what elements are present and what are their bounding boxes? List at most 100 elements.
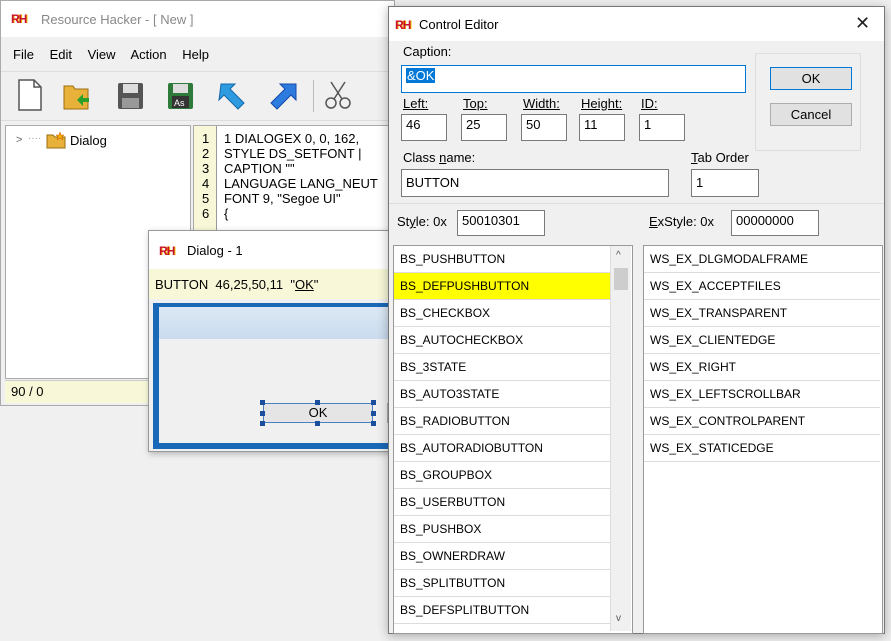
resize-handle[interactable] <box>315 421 320 426</box>
line-number: 5 <box>202 191 210 206</box>
width-input[interactable]: 50 <box>521 114 567 141</box>
line-number: 2 <box>202 146 210 161</box>
dialog-folder-icon <box>46 131 66 149</box>
cut-scissors-icon[interactable] <box>323 78 353 112</box>
style-list-item[interactable]: BS_AUTO3STATE <box>394 381 610 408</box>
top-input[interactable]: 25 <box>461 114 507 141</box>
line-number: 6 <box>202 206 210 221</box>
exstyle-list[interactable]: WS_EX_DLGMODALFRAME WS_EX_ACCEPTFILES WS_E… <box>643 245 883 634</box>
main-window-title: Resource Hacker - [ New ] <box>41 12 194 27</box>
style-list-item[interactable]: BS_AUTORADIOBUTTON <box>394 435 610 462</box>
exstyle-list-item[interactable]: WS_EX_DLGMODALFRAME <box>644 246 880 273</box>
dialog-design-surface[interactable]: OK <box>159 307 397 443</box>
preview-info-ok: OK <box>294 277 314 292</box>
menu-action[interactable]: Action <box>130 47 166 62</box>
style-input[interactable]: 50010301 <box>457 210 545 236</box>
ok-button[interactable]: OK <box>770 67 852 90</box>
menu-view[interactable]: View <box>88 47 116 62</box>
height-input[interactable]: 11 <box>579 114 625 141</box>
classname-input[interactable]: BUTTON <box>401 169 669 197</box>
tree-item-dialog[interactable]: Dialog <box>70 133 107 148</box>
exstyle-list-item[interactable]: WS_EX_RIGHT <box>644 354 880 381</box>
toolbar: As <box>1 71 394 121</box>
line-number: 4 <box>202 176 210 191</box>
dialog-design-frame: OK <box>153 303 397 449</box>
left-input[interactable]: 46 <box>401 114 447 141</box>
style-list-item[interactable]: BS_PUSHBOX <box>394 516 610 543</box>
exstyle-list-item[interactable]: WS_EX_TRANSPARENT <box>644 300 880 327</box>
menu-edit[interactable]: Edit <box>50 47 72 62</box>
preview-info-bar: BUTTON 46,25,50,11 "OK" <box>149 269 393 299</box>
editor-logo-icon: RH <box>395 18 411 32</box>
main-title-bar[interactable]: RH Resource Hacker - [ New ] <box>1 1 394 37</box>
preview-logo-icon: RH <box>159 244 175 258</box>
cancel-button[interactable]: Cancel <box>770 103 852 126</box>
code-line: { <box>224 206 229 221</box>
exstyle-list-item[interactable]: WS_EX_ACCEPTFILES <box>644 273 880 300</box>
forward-arrow-icon[interactable] <box>269 78 299 112</box>
exstyle-list-item[interactable]: WS_EX_CLIENTEDGE <box>644 327 880 354</box>
preview-info-prefix: BUTTON 46,25,50,11 " <box>155 277 295 292</box>
exstyle-list-item[interactable]: WS_EX_CONTROLPARENT <box>644 408 880 435</box>
back-arrow-icon[interactable] <box>217 78 247 112</box>
line-number: 1 <box>202 131 210 146</box>
style-list-item[interactable]: BS_USERBUTTON <box>394 489 610 516</box>
scroll-down-icon[interactable]: v <box>616 613 621 624</box>
style-list-scrollbar[interactable]: ^ v <box>610 246 631 631</box>
resize-handle[interactable] <box>260 421 265 426</box>
id-input[interactable]: 1 <box>639 114 685 141</box>
close-icon[interactable]: ✕ <box>855 13 870 34</box>
scroll-up-icon[interactable]: ^ <box>616 250 621 261</box>
taborder-input[interactable]: 1 <box>691 169 759 197</box>
exstyle-list-item[interactable]: WS_EX_STATICEDGE <box>644 435 880 462</box>
dialog-preview-window: RH Dialog - 1 BUTTON 46,25,50,11 "OK" OK <box>148 230 397 452</box>
top-label: Top: <box>463 96 488 111</box>
toolbar-separator <box>313 80 314 112</box>
app-logo-icon: RH <box>11 12 27 26</box>
resize-handle[interactable] <box>315 400 320 405</box>
exstyle-input[interactable]: 00000000 <box>731 210 819 236</box>
line-number: 3 <box>202 161 210 176</box>
resize-handle[interactable] <box>371 411 376 416</box>
style-list-item[interactable]: BS_3STATE <box>394 354 610 381</box>
style-list-item[interactable]: BS_GROUPBOX <box>394 462 610 489</box>
style-list-item[interactable]: BS_DEFSPLITBUTTON <box>394 597 610 624</box>
dialog-caption-strip <box>159 307 393 339</box>
open-folder-icon[interactable] <box>61 78 91 112</box>
style-list-item[interactable]: BS_OWNERDRAW <box>394 543 610 570</box>
resize-handle[interactable] <box>371 421 376 426</box>
caption-label: Caption: <box>403 44 452 59</box>
style-list-item[interactable]: BS_PUSHBUTTON <box>394 246 610 273</box>
menu-file[interactable]: File <box>13 47 34 62</box>
preview-ok-button[interactable]: OK <box>263 403 373 423</box>
resize-handle[interactable] <box>260 411 265 416</box>
save-icon[interactable] <box>115 78 145 112</box>
save-as-icon[interactable]: As <box>165 78 195 112</box>
code-line: LANGUAGE LANG_NEUT <box>224 176 378 191</box>
resize-handle[interactable] <box>371 400 376 405</box>
style-list-item[interactable]: BS_RADIOBUTTON <box>394 408 610 435</box>
style-list[interactable]: BS_PUSHBUTTON BS_DEFPUSHBUTTON BS_CHECKBOX… <box>393 245 633 634</box>
resize-handle[interactable] <box>260 400 265 405</box>
control-editor-title: Control Editor <box>419 17 499 32</box>
control-editor-window: RH Control Editor ✕ Caption: &OK OK Canc… <box>388 6 885 634</box>
exstyle-list-item[interactable]: WS_EX_LEFTSCROLLBAR <box>644 381 880 408</box>
menu-help[interactable]: Help <box>182 47 209 62</box>
control-editor-title-bar[interactable]: RH Control Editor ✕ <box>389 7 884 41</box>
width-label: Width: <box>523 96 560 111</box>
style-list-item[interactable]: BS_DEFPUSHBUTTON <box>394 273 610 300</box>
style-list-item[interactable]: BS_SPLITBUTTON <box>394 570 610 597</box>
style-label: Style: 0x <box>397 214 447 229</box>
code-line: FONT 9, "Segoe UI" <box>224 191 341 206</box>
status-text: 90 / 0 <box>11 384 44 399</box>
style-list-item[interactable]: BS_AUTOCHECKBOX <box>394 327 610 354</box>
scroll-thumb[interactable] <box>614 268 628 290</box>
tree-expand-chevron-icon[interactable]: > <box>16 134 22 146</box>
code-line: 1 DIALOGEX 0, 0, 162, <box>224 131 360 146</box>
preview-title-bar[interactable]: RH Dialog - 1 <box>149 231 393 269</box>
style-list-item[interactable]: BS_CHECKBOX <box>394 300 610 327</box>
new-file-icon[interactable] <box>15 78 45 112</box>
code-line: STYLE DS_SETFONT | <box>224 146 362 161</box>
taborder-label: Tab Order <box>691 150 749 165</box>
caption-input[interactable]: &OK <box>401 65 746 93</box>
